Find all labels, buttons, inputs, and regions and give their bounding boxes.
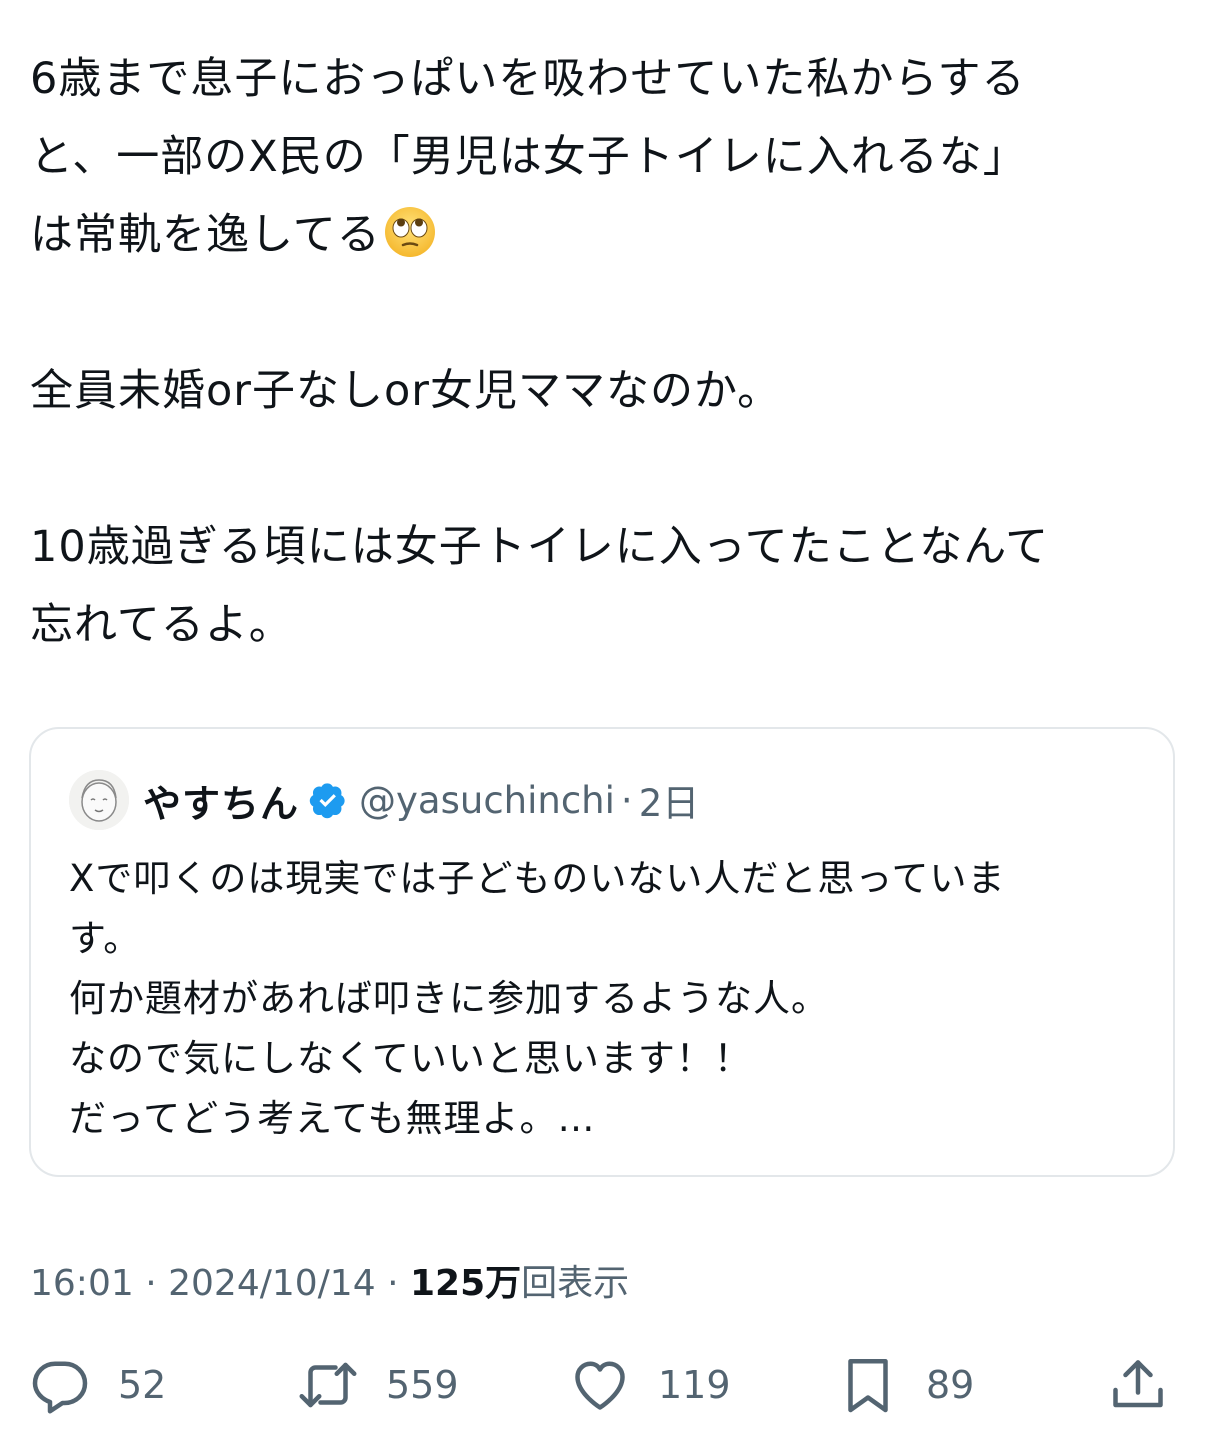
quoted-tweet-text: Xで叩くのは現実では子どものいない人だと思っていま す。 何か題材があれば叩きに… xyxy=(69,849,1149,1149)
share-icon xyxy=(1113,1360,1163,1408)
quoted-line: 何か題材があれば叩きに参加するような人。 xyxy=(69,977,829,1020)
reply-count: 52 xyxy=(118,1363,167,1407)
quoted-line: す。 xyxy=(69,917,142,960)
bookmark-count: 89 xyxy=(926,1363,975,1407)
share-button[interactable] xyxy=(1108,1350,1168,1420)
quoted-tweet-time[interactable]: 2日 xyxy=(639,773,700,827)
reply-icon xyxy=(32,1361,88,1414)
bookmark-icon xyxy=(848,1359,888,1413)
quoted-line: だってどう考えても無理よ。… xyxy=(69,1097,596,1140)
quoted-author-handle[interactable]: @yasuchinchi xyxy=(359,779,615,822)
tweet-meta: 16:01 · 2024/10/14 · 125万回表示 xyxy=(30,1254,629,1306)
like-count: 119 xyxy=(658,1363,731,1407)
separator-dot: · xyxy=(387,1263,399,1304)
views-count: 125万 xyxy=(409,1263,522,1304)
repost-count: 559 xyxy=(386,1363,459,1407)
tweet-line: と、一部のX民の「男児は女子トイレに入れるな」 xyxy=(30,132,1027,182)
tweet-text: 6歳まで息子におっぱいを吸わせていた私からする と、一部のX民の「男児は女子トイ… xyxy=(30,40,1180,664)
avatar[interactable] xyxy=(69,770,129,830)
tweet-line-text: は常軌を逸してる xyxy=(30,210,381,260)
verified-badge-icon xyxy=(309,783,345,819)
tweet-line: 全員未婚or子なしor女児ママなのか。 xyxy=(30,366,782,416)
bookmark-button[interactable]: 89 xyxy=(838,1350,974,1420)
tweet-line: 10歳過ぎる頃には女子トイレに入ってたことなんて xyxy=(30,522,1050,572)
tweet-time[interactable]: 16:01 xyxy=(30,1263,134,1304)
repost-icon xyxy=(299,1362,357,1408)
like-icon xyxy=(575,1361,625,1410)
rolling-eyes-emoji-icon xyxy=(384,207,435,257)
quoted-line: Xで叩くのは現実では子どものいない人だと思っていま xyxy=(69,857,1006,900)
quoted-author-name[interactable]: やすちん xyxy=(143,773,299,828)
quoted-tweet-card[interactable]: やすちん @yasuchinchi · 2日 Xで叩くのは現実では子どものいない… xyxy=(29,727,1175,1177)
quoted-tweet-header: やすちん @yasuchinchi · 2日 xyxy=(69,769,699,831)
repost-button[interactable]: 559 xyxy=(298,1350,459,1420)
tweet-line: は常軌を逸してる xyxy=(30,196,1180,274)
like-button[interactable]: 119 xyxy=(570,1350,731,1420)
tweet-line: 6歳まで息子におっぱいを吸わせていた私からする xyxy=(30,54,1026,104)
reply-button[interactable]: 52 xyxy=(30,1350,166,1420)
separator-dot: · xyxy=(145,1263,157,1304)
quoted-line: なので気にしなくていいと思います！！ xyxy=(69,1037,752,1080)
tweet-date[interactable]: 2024/10/14 xyxy=(168,1263,376,1304)
action-bar: 52 559 119 89 xyxy=(30,1350,1176,1420)
separator-dot: · xyxy=(620,778,633,822)
views-label: 回表示 xyxy=(521,1263,630,1304)
tweet-line: 忘れてるよ。 xyxy=(30,600,293,650)
